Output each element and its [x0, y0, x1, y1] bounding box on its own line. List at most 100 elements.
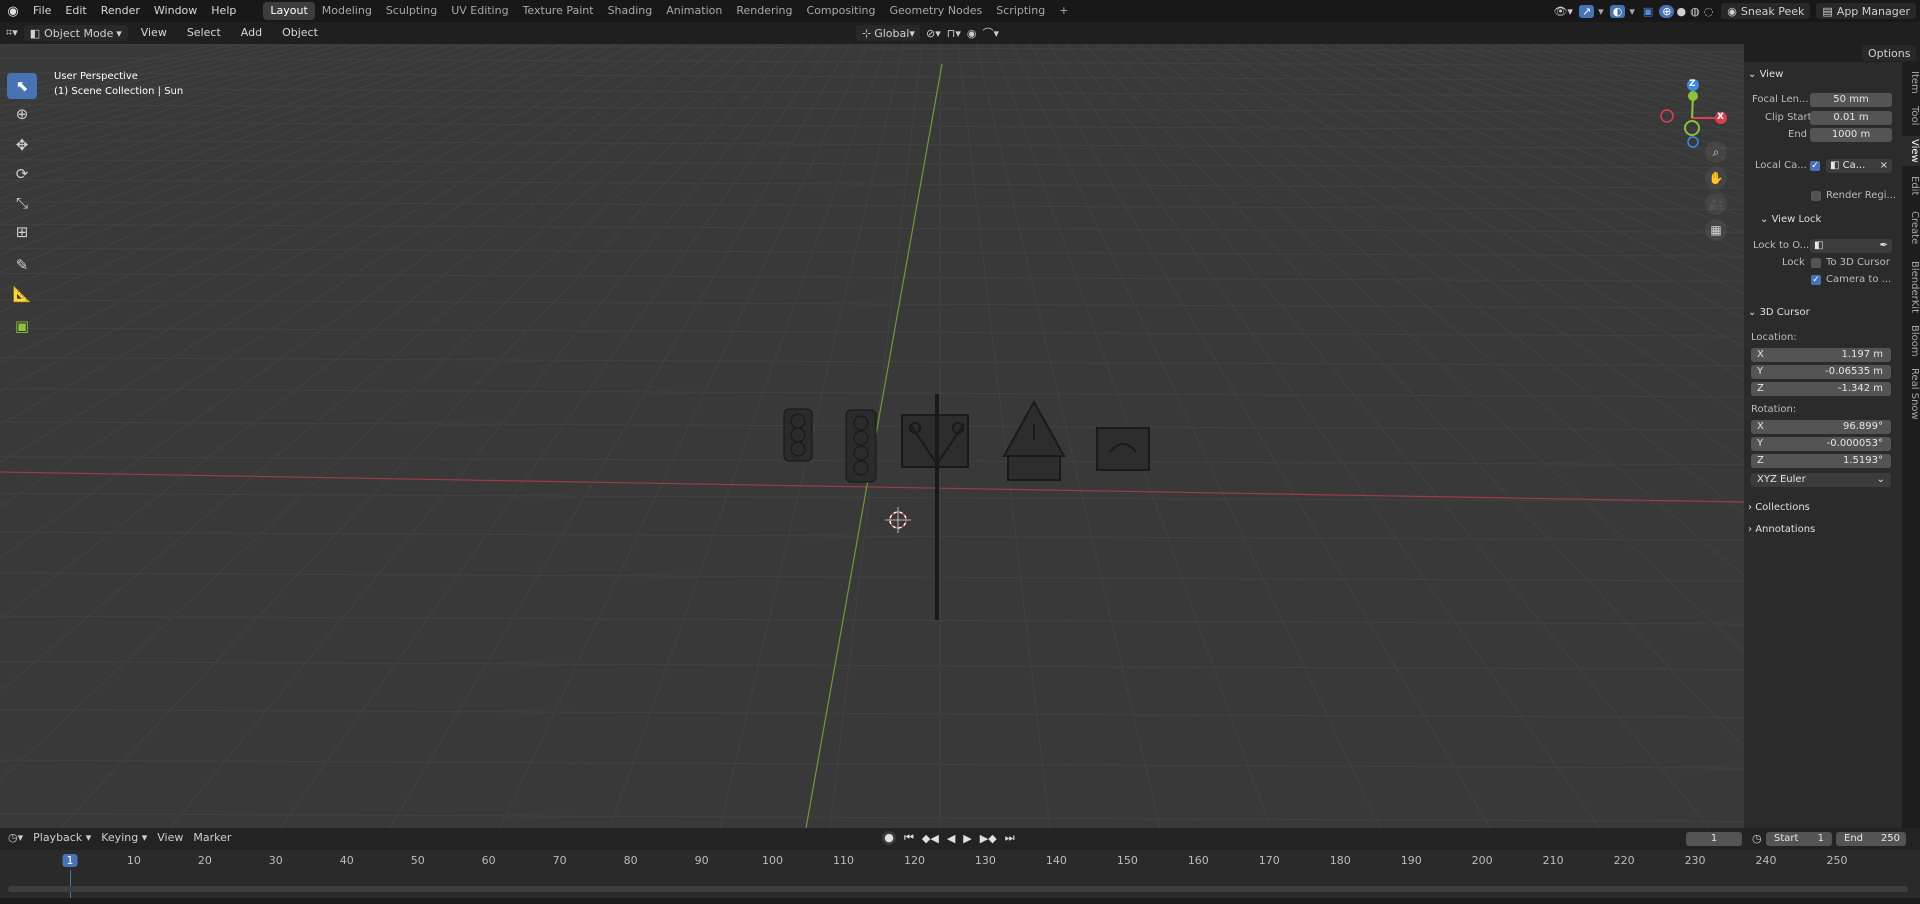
transform-tool[interactable]: ⊞ — [7, 219, 37, 245]
tab-animation[interactable]: Animation — [659, 2, 729, 20]
tab-blenderkit[interactable]: BlenderKit — [1902, 256, 1920, 318]
cursor-location-x[interactable]: X 1.197 m — [1751, 348, 1891, 362]
cursor-section-header[interactable]: ⌄ 3D Cursor — [1748, 307, 1898, 318]
tab-layout[interactable]: Layout — [263, 2, 315, 20]
camera-to-view-checkbox[interactable]: ✓ — [1811, 275, 1821, 285]
sneak-peek-button[interactable]: ◉ Sneak Peek — [1721, 3, 1811, 19]
frame-start-field[interactable]: Start 1 — [1766, 832, 1832, 846]
shading-solid-icon[interactable]: ● — [1674, 5, 1688, 18]
traffic-light-object[interactable] — [783, 408, 813, 462]
tab-bloom[interactable]: Bloom — [1902, 324, 1920, 358]
menu-file[interactable]: File — [26, 0, 58, 22]
menu-object[interactable]: Object — [275, 25, 325, 41]
annotations-section-header[interactable]: › Annotations — [1748, 524, 1898, 535]
prev-keyframe-icon[interactable]: ◆◀ — [922, 832, 939, 845]
tab-item[interactable]: Item — [1902, 68, 1920, 96]
falloff-icon[interactable]: ⌒▾ — [982, 25, 999, 41]
play-icon[interactable]: ▶ — [963, 832, 971, 845]
add-workspace-button[interactable]: + — [1052, 2, 1075, 20]
shading-wireframe-icon[interactable]: ⊕ — [1659, 4, 1675, 18]
tab-uv-editing[interactable]: UV Editing — [444, 2, 515, 20]
tab-edit[interactable]: Edit — [1902, 172, 1920, 200]
menu-add[interactable]: Add — [234, 25, 269, 41]
menu-view[interactable]: View — [134, 25, 174, 41]
collections-section-header[interactable]: › Collections — [1748, 502, 1898, 513]
tab-compositing[interactable]: Compositing — [800, 2, 883, 20]
zoom-view-button[interactable]: ⌕ — [1705, 141, 1727, 163]
current-frame-field[interactable]: 1 — [1686, 832, 1742, 846]
select-box-tool[interactable]: ⬉ — [7, 73, 37, 99]
play-reverse-icon[interactable]: ◀ — [947, 832, 955, 845]
tab-view[interactable]: View — [1902, 136, 1920, 166]
menu-render[interactable]: Render — [94, 0, 147, 22]
cursor-rotation-z[interactable]: Z 1.5193° — [1751, 454, 1891, 468]
tab-texture-paint[interactable]: Texture Paint — [516, 2, 601, 20]
annotate-tool[interactable]: ✎ — [7, 252, 37, 278]
menu-select[interactable]: Select — [180, 25, 228, 41]
shading-rendered-icon[interactable]: ◌ — [1702, 5, 1716, 18]
overlay-toggle-icon[interactable]: ◐ — [1609, 4, 1626, 18]
mode-dropdown[interactable]: ◧ Object Mode ▾ — [23, 25, 128, 41]
sign-pole-object[interactable] — [901, 394, 969, 620]
proportional-edit-icon[interactable]: ◉ — [967, 27, 977, 40]
traffic-light-tall-object[interactable] — [845, 409, 877, 483]
marker-menu[interactable]: Marker — [193, 831, 231, 844]
playback-menu[interactable]: Playback ▾ — [33, 831, 91, 844]
menu-edit[interactable]: Edit — [58, 0, 93, 22]
rotation-mode-dropdown[interactable]: XYZ Euler ⌄ — [1751, 473, 1891, 487]
cursor-location-z[interactable]: Z -1.342 m — [1751, 382, 1891, 396]
orientation-dropdown[interactable]: ⊹ Global ▾ — [856, 25, 920, 41]
camera-view-button[interactable]: 🎥 — [1705, 193, 1727, 215]
next-keyframe-icon[interactable]: ▶◆ — [980, 832, 997, 845]
pan-view-button[interactable]: ✋ — [1705, 167, 1727, 189]
frame-end-field[interactable]: End 250 — [1836, 832, 1906, 846]
measure-tool[interactable]: 📐 — [7, 281, 37, 307]
scale-tool[interactable]: ⤡ — [7, 190, 37, 216]
snap-icon[interactable]: ⊓▾ — [947, 27, 961, 40]
rotate-tool[interactable]: ⟳ — [7, 161, 37, 187]
view-section-header[interactable]: ⌄ View — [1748, 69, 1898, 80]
tab-rendering[interactable]: Rendering — [729, 2, 799, 20]
pivot-icon[interactable]: ⊘▾ — [926, 27, 941, 40]
clip-start-field[interactable]: 0.01 m — [1810, 111, 1892, 125]
gizmo-toggle-icon[interactable]: ↗ — [1578, 4, 1595, 18]
tab-shading[interactable]: Shading — [601, 2, 660, 20]
timeline-area[interactable]: 1 10 20 30 40 50 60 70 80 90 100 110 120 130 140 150 160… — [0, 850, 1920, 898]
ortho-toggle-button[interactable]: ▦ — [1705, 219, 1727, 241]
tab-create[interactable]: Create — [1902, 208, 1920, 248]
local-camera-field[interactable]: ◧ Ca... × — [1826, 159, 1892, 173]
sign-box-object[interactable] — [1096, 427, 1150, 471]
tab-modeling[interactable]: Modeling — [315, 2, 379, 20]
focal-length-field[interactable]: 50 mm — [1810, 93, 1892, 107]
tab-tool[interactable]: Tool — [1902, 102, 1920, 130]
record-icon[interactable]: ● — [882, 831, 896, 845]
options-dropdown[interactable]: Options — [1862, 45, 1917, 61]
playhead[interactable] — [70, 870, 71, 898]
timeline-ruler[interactable]: 1 10 20 30 40 50 60 70 80 90 100 110 120 130 140 150 160… — [0, 850, 1920, 870]
local-camera-checkbox[interactable]: ✓ — [1810, 161, 1820, 171]
cursor-rotation-x[interactable]: X 96.899° — [1751, 420, 1891, 434]
jump-start-icon[interactable]: ⏮ — [904, 831, 914, 845]
blender-logo-icon[interactable]: ◉ — [0, 4, 26, 19]
lock-to-object-field[interactable]: ◧ ✒ — [1810, 239, 1892, 253]
timeline-editor-icon[interactable]: ◷▾ — [8, 831, 23, 844]
warning-sign-object[interactable] — [1002, 399, 1066, 481]
cursor-tool[interactable]: ⊕ — [7, 101, 37, 127]
3d-viewport[interactable]: User Perspective (1) Scene Collection | … — [0, 44, 1744, 828]
cursor-rotation-y[interactable]: Y -0.000053° — [1751, 437, 1891, 451]
timeline-scrollbar[interactable] — [8, 886, 1908, 892]
tab-scripting[interactable]: Scripting — [989, 2, 1052, 20]
lock-to-cursor-checkbox[interactable] — [1811, 258, 1821, 268]
tab-sculpting[interactable]: Sculpting — [379, 2, 444, 20]
close-icon[interactable]: × — [1880, 159, 1888, 173]
view-lock-header[interactable]: ⌄ View Lock — [1760, 214, 1910, 225]
keying-menu[interactable]: Keying ▾ — [101, 831, 147, 844]
tab-geometry-nodes[interactable]: Geometry Nodes — [882, 2, 989, 20]
3d-cursor-icon[interactable] — [885, 507, 911, 533]
render-region-checkbox[interactable] — [1811, 191, 1821, 201]
shading-material-icon[interactable]: ◍ — [1688, 5, 1702, 18]
visibility-icon[interactable]: 👁▾ — [1553, 5, 1573, 18]
move-tool[interactable]: ✥ — [7, 132, 37, 158]
editor-type-icon[interactable]: ⌗▾ — [6, 26, 18, 40]
timeline-view-menu[interactable]: View — [157, 831, 183, 844]
